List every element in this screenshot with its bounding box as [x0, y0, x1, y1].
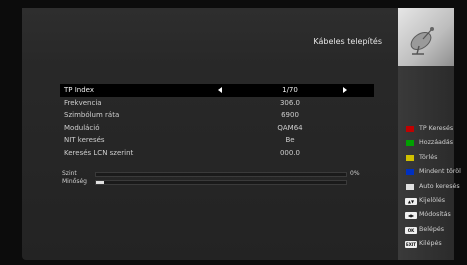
row-label: Keresés LCN szerint	[64, 148, 134, 157]
yellow-key-icon	[406, 154, 414, 161]
legend-item-enter[interactable]: OK Belépés	[404, 223, 464, 237]
row-nit-search[interactable]: NIT keresés Be	[60, 134, 374, 147]
signal-level-label: Szint	[62, 170, 77, 177]
legend-item-add[interactable]: Hozzáadás	[404, 136, 464, 150]
row-symbol-rate[interactable]: Szimbólum ráta 6900	[60, 109, 374, 122]
signal-level-percent: 0%	[350, 170, 360, 177]
green-key-icon	[406, 140, 414, 147]
legend-item-tp-search[interactable]: TP Keresés	[404, 122, 464, 136]
row-tp-index[interactable]: TP Index 1/70	[60, 84, 374, 97]
legend-item-exit[interactable]: EXIT Kilépés	[404, 237, 464, 251]
white-key-icon	[406, 183, 414, 190]
color-key-legend: TP Keresés Hozzáadás Törlés Mindent törö…	[404, 122, 464, 252]
row-label: Moduláció	[64, 123, 100, 132]
legend-item-auto-search[interactable]: Auto keresés	[404, 180, 464, 194]
row-label: Frekvencia	[64, 98, 102, 107]
row-value: QAM64	[277, 123, 303, 132]
row-label: TP Index	[64, 86, 94, 94]
ok-key-icon: OK	[405, 226, 417, 234]
row-label: Szimbólum ráta	[64, 111, 120, 119]
red-key-icon	[406, 126, 414, 132]
nav-arrows-icon: ▲▼	[405, 197, 417, 205]
row-modulation[interactable]: Moduláció QAM64	[60, 122, 374, 135]
arrow-left-icon[interactable]	[218, 87, 222, 93]
blue-key-icon	[406, 169, 414, 176]
legend-item-delete-all[interactable]: Mindent töröl	[404, 165, 464, 179]
signal-quality-bar	[95, 180, 347, 185]
signal-quality-label: Minőség	[62, 178, 87, 185]
row-label: NIT keresés	[64, 136, 105, 144]
row-value: 6900	[281, 111, 299, 119]
arrow-right-icon[interactable]	[343, 87, 347, 93]
exit-key-icon: EXIT	[405, 241, 417, 249]
row-value: 306.0	[279, 98, 301, 107]
row-value: Be	[285, 136, 295, 144]
page-title: Kábeles telepítés	[313, 37, 382, 46]
row-frequency[interactable]: Frekvencia 306.0	[60, 97, 374, 110]
legend-item-delete[interactable]: Törlés	[404, 151, 464, 165]
row-value: 000.0	[279, 148, 301, 157]
signal-quality-fill	[96, 181, 104, 184]
row-value: 1/70	[282, 86, 298, 94]
settings-list: TP Index 1/70 Frekvencia 306.0 Szimbólum…	[60, 84, 374, 159]
left-right-arrows-icon: ◀▶	[405, 212, 417, 220]
row-lcn-search[interactable]: Keresés LCN szerint 000.0	[60, 147, 374, 160]
signal-level-bar	[95, 172, 347, 177]
legend-item-select[interactable]: ▲▼ Kijelölés	[404, 194, 464, 208]
satellite-dish-icon	[410, 27, 434, 55]
legend-item-modify[interactable]: ◀▶ Módosítás	[404, 208, 464, 222]
